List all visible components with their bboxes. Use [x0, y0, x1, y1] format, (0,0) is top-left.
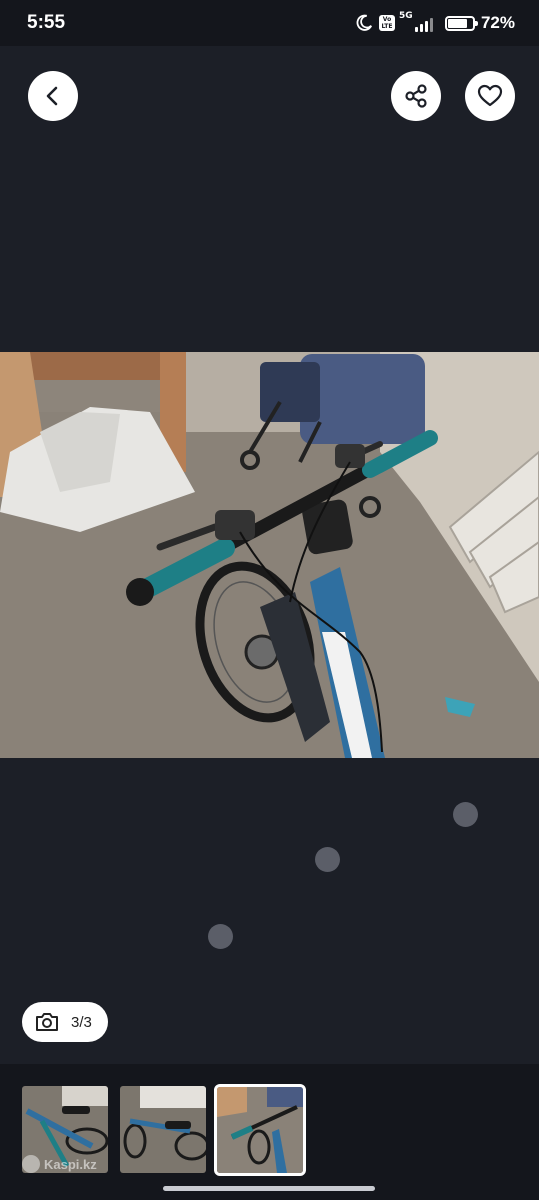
- share-button[interactable]: [391, 71, 441, 121]
- back-button[interactable]: [28, 71, 78, 121]
- thumbnail-bar: Kaspi.kz: [0, 1064, 539, 1200]
- status-bar: 5:55 Vo LTE 5G 72%: [0, 0, 539, 46]
- signal-icon: 5G: [398, 11, 433, 32]
- indicator-dot: [315, 847, 340, 872]
- home-indicator[interactable]: [163, 1186, 375, 1191]
- battery-percent: 72%: [480, 13, 515, 32]
- favorite-button[interactable]: [465, 71, 515, 121]
- kaspi-logo-icon: [22, 1155, 40, 1173]
- indicator-dot: [208, 924, 233, 949]
- chevron-left-icon: [46, 86, 58, 106]
- watermark-text: Kaspi.kz: [44, 1156, 97, 1172]
- thumbnail-2[interactable]: [120, 1086, 206, 1173]
- product-photo[interactable]: [0, 352, 539, 758]
- photo-counter-text: 3/3: [71, 1013, 92, 1031]
- battery-icon: [444, 15, 478, 31]
- camera-icon: [36, 1013, 58, 1031]
- heart-icon: [477, 84, 503, 107]
- battery-fill: [447, 18, 467, 28]
- status-time: 5:55: [27, 12, 66, 33]
- watermark: Kaspi.kz: [22, 1155, 97, 1173]
- volte-icon: Vo LTE: [378, 15, 395, 31]
- indicator-dot: [453, 802, 478, 827]
- photo-counter: 3/3: [22, 1002, 108, 1042]
- network-label: 5G: [398, 11, 413, 21]
- thumbnail-3[interactable]: [214, 1084, 306, 1176]
- share-icon: [405, 84, 427, 108]
- status-icons: Vo LTE 5G 72%: [355, 11, 515, 34]
- moon-icon: [356, 14, 372, 31]
